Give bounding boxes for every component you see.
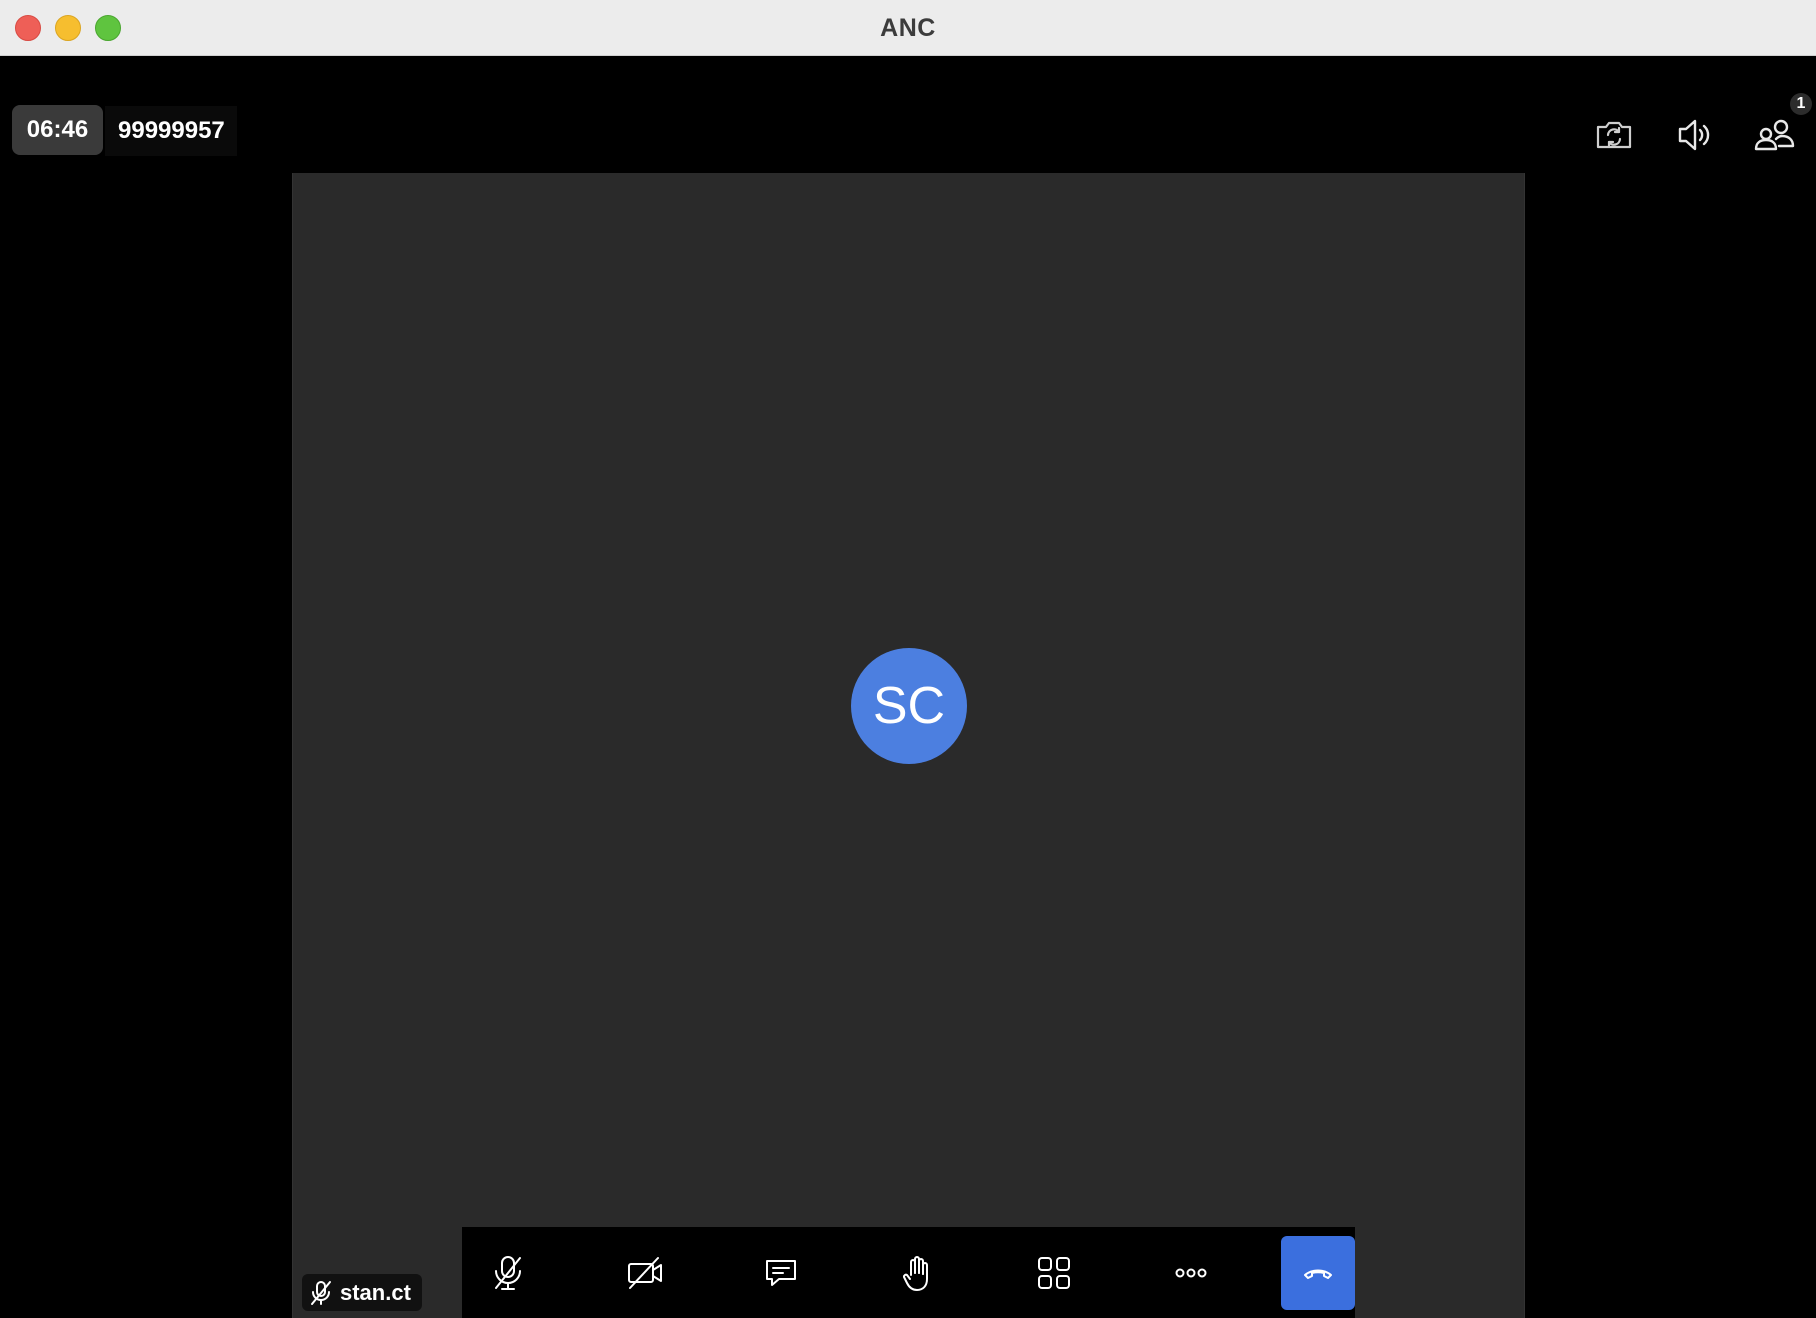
grid-icon [1038,1257,1070,1289]
switch-camera-icon [1596,121,1632,149]
switch-camera-button[interactable] [1589,110,1639,160]
mute-microphone-button[interactable] [472,1237,544,1309]
hang-up-icon [1304,1269,1332,1279]
more-button[interactable] [1155,1237,1227,1309]
participants-count-badge: 1 [1790,93,1812,115]
participants-button[interactable] [1749,110,1799,160]
call-timer: 06:46 [12,105,103,155]
avatar: SC [851,648,967,764]
end-call-button[interactable] [1281,1236,1355,1310]
video-off-icon [628,1257,662,1289]
self-name: stan.ct [340,1279,411,1305]
chat-icon [766,1260,796,1286]
more-icon [1175,1268,1207,1278]
self-name-tag: stan.ct [302,1274,422,1311]
raise-hand-button[interactable] [882,1237,954,1309]
hand-icon [903,1256,928,1291]
toggle-camera-button[interactable] [609,1237,681,1309]
microphone-off-icon [311,1280,331,1305]
speaker-button[interactable] [1669,110,1719,160]
speaker-icon [1678,119,1710,151]
window-title: ANC [880,14,936,42]
meeting-id: 99999957 [105,106,237,156]
window-titlebar: ANC [0,0,1816,56]
chat-button[interactable] [745,1237,817,1309]
layout-button[interactable] [1018,1237,1090,1309]
microphone-off-icon [495,1256,521,1290]
participants-icon [1754,119,1795,151]
